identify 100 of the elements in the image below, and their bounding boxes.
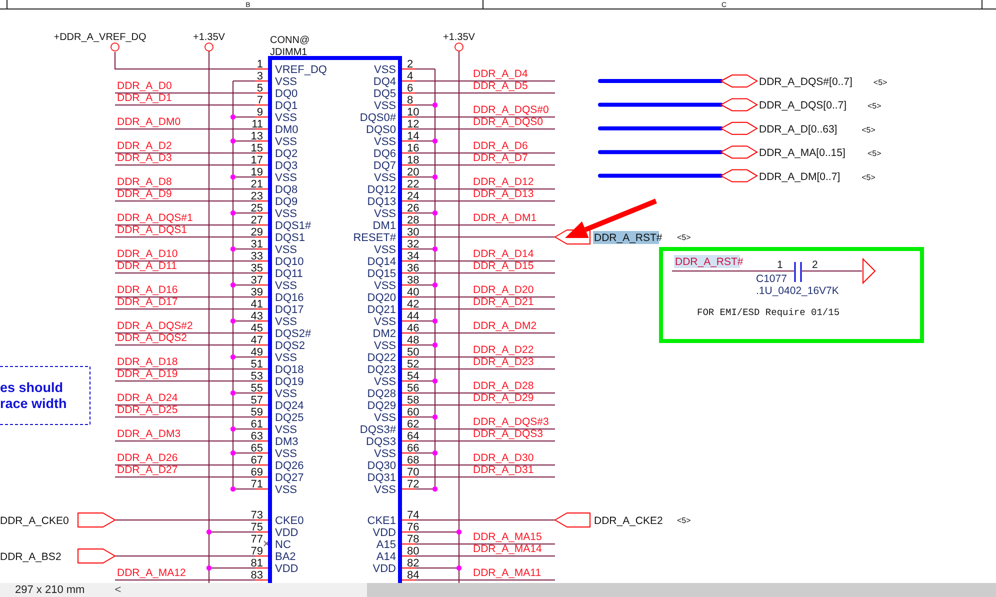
net-label: DDR_A_D7 xyxy=(473,152,528,164)
sheet-reference: <5> xyxy=(873,78,888,87)
pin-name: DQ6 xyxy=(373,148,396,160)
pin-number: 70 xyxy=(407,466,420,478)
pin-name: VSS xyxy=(275,76,298,88)
bus-label: DDR_A_DQS#[0..7] xyxy=(759,76,852,88)
pin-number: 29 xyxy=(250,226,263,238)
pin-name: DM3 xyxy=(275,436,298,448)
pin-name: CKE1 xyxy=(367,515,396,527)
net-label: DDR_A_D5 xyxy=(473,80,528,92)
pin-number: 23 xyxy=(250,190,263,202)
pin-number: 48 xyxy=(407,334,420,346)
net-label: DDR_A_DQS#2 xyxy=(117,320,193,332)
pin-name: DQ5 xyxy=(373,88,396,100)
net-label: DDR_A_DQS1 xyxy=(117,224,188,236)
pin-number: 51 xyxy=(250,358,263,370)
port-symbol xyxy=(862,258,876,284)
pin-number: 26 xyxy=(407,202,420,214)
paper-size: 297 x 210 mm xyxy=(14,584,86,596)
net-label: DDR_A_D10 xyxy=(117,248,178,260)
net-label: DDR_A_D27 xyxy=(117,464,178,476)
pin-name: VSS xyxy=(275,424,298,436)
pin-number: 72 xyxy=(407,478,420,490)
junction-dot xyxy=(432,342,438,348)
net-label: DDR_A_D3 xyxy=(117,152,172,164)
pin-number: 77 xyxy=(250,534,263,546)
pin-number: 32 xyxy=(407,238,420,250)
net-label: DDR_A_DM2 xyxy=(473,320,537,332)
pin-name: DQS2 xyxy=(275,340,305,352)
junction-dot xyxy=(230,114,236,120)
pin-number: 4 xyxy=(407,70,414,82)
sheet-reference: <5> xyxy=(862,172,876,182)
power-port-icon xyxy=(110,42,120,52)
net-label: DDR_A_D25 xyxy=(117,404,178,416)
sheet-reference: <5> xyxy=(868,149,882,158)
pin-number: 5 xyxy=(256,82,263,94)
note-text: race width xyxy=(0,396,67,411)
junction-dot xyxy=(432,414,438,420)
net-label: DDR_A_D24 xyxy=(117,392,178,404)
net-label: DDR_A_D28 xyxy=(473,380,534,392)
pin-name: DQ2 xyxy=(275,148,298,160)
pin-name: VDD xyxy=(275,563,298,575)
pin-number: 74 xyxy=(407,510,420,522)
pin-name: DQ25 xyxy=(275,412,304,424)
pin-number: 49 xyxy=(250,346,263,358)
pin-name: DQ24 xyxy=(275,400,304,412)
pin-name: VSS xyxy=(374,376,396,388)
net-label: DDR_A_D18 xyxy=(117,356,178,368)
net-label: DDR_A_D20 xyxy=(473,284,534,296)
pin-number: 63 xyxy=(250,430,263,442)
pin-number: 65 xyxy=(250,442,263,454)
net-label: DDR_A_DQS#1 xyxy=(117,212,193,224)
net-label: DDR_A_D13 xyxy=(473,188,534,200)
pin-name: VSS xyxy=(374,316,396,328)
net-label: DDR_A_DM3 xyxy=(117,428,181,440)
pin-number: 64 xyxy=(407,430,420,442)
pin-number: 22 xyxy=(407,178,420,190)
pin-name: DQ14 xyxy=(367,256,396,268)
port-symbol xyxy=(720,169,758,182)
pin-name: DQ1 xyxy=(275,100,298,112)
pin-name: VSS xyxy=(275,316,298,328)
pin-number: 21 xyxy=(250,178,263,190)
pin-name: DQ21 xyxy=(367,304,396,316)
pin-name: RESET# xyxy=(353,232,396,244)
pin-number: 56 xyxy=(407,382,420,394)
pin-number: 33 xyxy=(250,250,263,262)
net-label: DDR_A_DQS#3 xyxy=(473,416,549,428)
pin-number: 55 xyxy=(250,382,263,394)
pin-name: DQ15 xyxy=(367,268,396,280)
pin-name: VSS xyxy=(275,208,298,220)
pin-number: 41 xyxy=(250,298,263,310)
pin-number: 82 xyxy=(407,558,420,570)
bus-label: DDR_A_DQS[0..7] xyxy=(759,100,847,112)
scroll-left-button[interactable]: < xyxy=(108,583,128,597)
net-label: DDR_A_D17 xyxy=(117,296,178,308)
net-label: DDR_A_D15 xyxy=(473,260,534,272)
pin-number: 54 xyxy=(407,370,420,382)
junction-dot xyxy=(230,282,236,288)
pin-name: DQ9 xyxy=(275,196,298,208)
pin-name: A14 xyxy=(376,551,396,563)
pin-name: DQ3 xyxy=(275,160,298,172)
net-label: DDR_A_D31 xyxy=(473,464,534,476)
pin-number: 20 xyxy=(407,166,420,178)
pin-number: 35 xyxy=(250,262,263,274)
pin-name: DQS1# xyxy=(275,220,312,232)
pin-number: 36 xyxy=(407,262,420,274)
junction-dot xyxy=(230,174,236,180)
pin-number: 76 xyxy=(407,522,420,534)
pin-number: 24 xyxy=(407,190,420,202)
pin-number: 59 xyxy=(250,406,263,418)
net-label: DDR_A_D23 xyxy=(473,356,534,368)
net-label: DDR_A_D6 xyxy=(473,140,528,152)
pin-number: 15 xyxy=(250,142,263,154)
pin-name: DM2 xyxy=(372,328,396,340)
bus-label: DDR_A_DM[0..7] xyxy=(759,170,840,183)
sheet-reference: <5> xyxy=(862,125,876,134)
scroll-thumb[interactable] xyxy=(367,583,996,597)
pin-name: DQS1 xyxy=(275,232,305,244)
port-symbol xyxy=(720,74,758,88)
junction-dot xyxy=(230,486,236,492)
